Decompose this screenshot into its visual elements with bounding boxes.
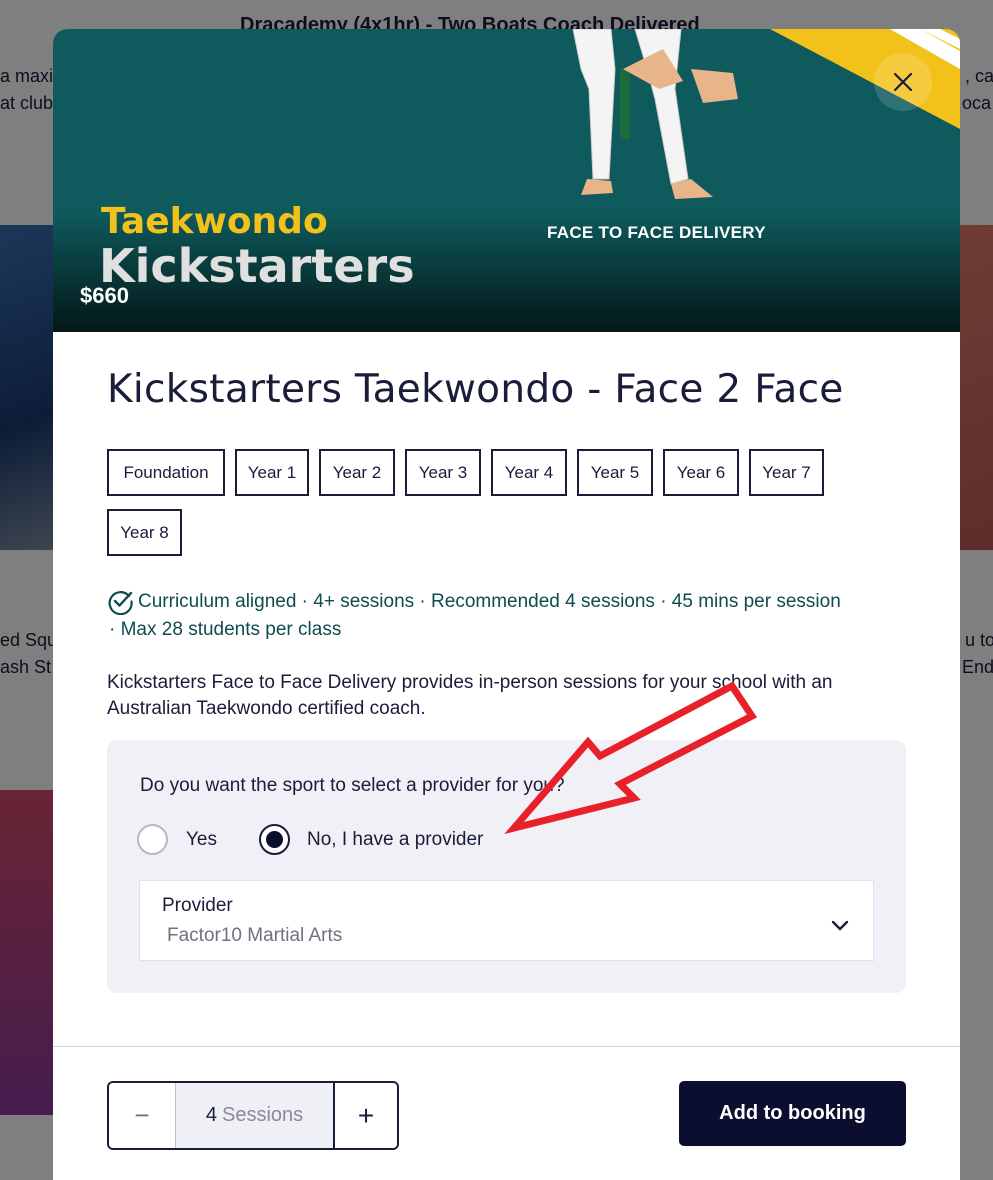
- minus-icon: −: [134, 1100, 150, 1130]
- sessions-value[interactable]: 4 Sessions: [176, 1083, 333, 1148]
- year-tag: Year 3: [405, 449, 481, 496]
- year-tag: Year 2: [319, 449, 395, 496]
- sessions-unit: Sessions: [221, 1104, 304, 1126]
- provider-select-value: Factor10 Martial Arts: [167, 925, 343, 946]
- increment-button[interactable]: +: [333, 1083, 397, 1148]
- decrement-button[interactable]: −: [109, 1083, 176, 1148]
- page-title: Kickstarters Taekwondo - Face 2 Face: [107, 367, 844, 412]
- year-tag: Year 4: [491, 449, 567, 496]
- course-meta-class-size: · Max 28 students per class: [109, 619, 342, 640]
- provider-select-label: Provider: [162, 895, 233, 916]
- quantity-stepper: − 4 Sessions +: [107, 1081, 399, 1150]
- sessions-count: 4: [205, 1104, 217, 1126]
- close-icon: [893, 72, 913, 92]
- price: $660: [80, 283, 129, 308]
- year-tag: Year 7: [749, 449, 824, 496]
- close-button[interactable]: [874, 53, 932, 111]
- year-tag: Year 1: [235, 449, 309, 496]
- year-tag: Year 5: [577, 449, 653, 496]
- plus-icon: +: [357, 1099, 375, 1131]
- athlete-illustration: [572, 29, 738, 199]
- radio-yes[interactable]: [137, 824, 168, 855]
- radio-no-label[interactable]: No, I have a provider: [307, 829, 483, 851]
- footer-divider: [53, 1046, 960, 1047]
- product-modal: Taekwondo Kickstarters FACE TO FACE DELI…: [53, 29, 960, 1180]
- year-tag: Year 8: [107, 509, 182, 556]
- year-tag: Year 6: [663, 449, 739, 496]
- delivery-label: FACE TO FACE DELIVERY: [547, 223, 766, 242]
- provider-select[interactable]: Provider Factor10 Martial Arts: [139, 880, 874, 961]
- chevron-down-icon: [831, 920, 849, 931]
- hero-logo-line1: Taekwondo: [101, 201, 328, 242]
- radio-yes-label[interactable]: Yes: [186, 829, 217, 851]
- radio-no-have-provider[interactable]: [259, 824, 290, 855]
- annotation-arrow-icon: [504, 681, 758, 835]
- add-to-booking-button[interactable]: Add to booking: [679, 1081, 906, 1146]
- course-meta: Curriculum aligned · 4+ sessions · Recom…: [138, 591, 841, 612]
- hero-image: Taekwondo Kickstarters FACE TO FACE DELI…: [53, 29, 960, 332]
- hero-logo-line2: Kickstarters: [99, 239, 415, 293]
- year-tag: Foundation: [107, 449, 225, 496]
